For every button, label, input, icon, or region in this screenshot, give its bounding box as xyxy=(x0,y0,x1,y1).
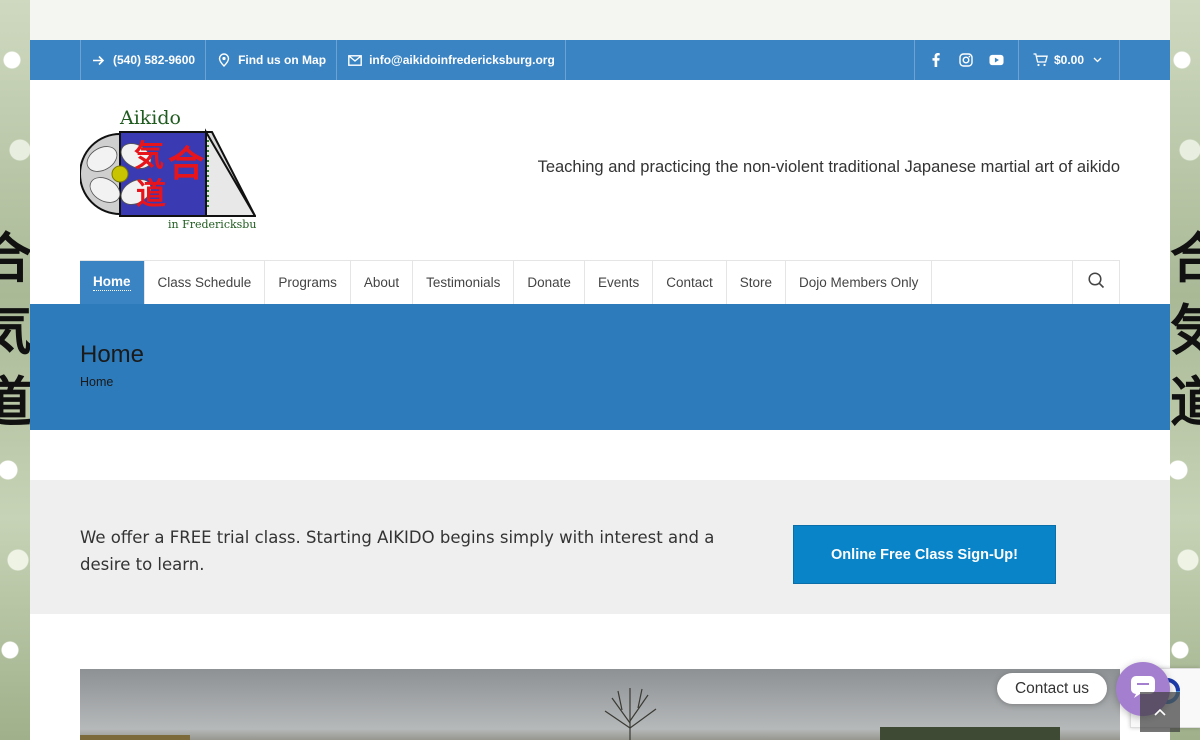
free-trial-promo: We offer a FREE trial class. Starting AI… xyxy=(30,480,1170,614)
nav-search-button[interactable] xyxy=(1072,261,1120,304)
cart-icon xyxy=(1033,53,1048,68)
trees-right xyxy=(880,727,1060,740)
promo-text: We offer a FREE trial class. Starting AI… xyxy=(80,528,715,574)
nav-item-contact[interactable]: Contact xyxy=(653,261,727,304)
page-title-banner: Home Home xyxy=(30,304,1170,430)
chevron-up-icon xyxy=(1154,703,1166,721)
nav-item-home[interactable]: Home xyxy=(80,261,145,304)
arrow-right-icon xyxy=(91,53,106,68)
svg-text:合: 合 xyxy=(168,143,204,185)
nav-item-about[interactable]: About xyxy=(351,261,414,304)
page-container: (540) 582-9600 Find us on Map info@aikid… xyxy=(30,40,1170,740)
free-class-signup-button[interactable]: Online Free Class Sign-Up! xyxy=(793,525,1056,584)
site-header: Aikido 気 合 道 in Fredericksburg Teach xyxy=(30,80,1170,260)
nav-item-class-schedule[interactable]: Class Schedule xyxy=(145,261,266,304)
nav-item-events[interactable]: Events xyxy=(585,261,654,304)
main-nav: Home Class Schedule Programs About Testi… xyxy=(80,260,1120,304)
search-icon xyxy=(1087,271,1105,294)
svg-text:道: 道 xyxy=(136,177,166,212)
logo-subtitle: in Fredericksburg xyxy=(168,218,256,231)
nav-item-testimonials[interactable]: Testimonials xyxy=(413,261,515,304)
dojo-photo xyxy=(80,669,1120,740)
map-text: Find us on Map xyxy=(238,53,327,67)
cart-total: $0.00 xyxy=(1053,53,1084,67)
chevron-down-icon xyxy=(1090,53,1105,68)
instagram-icon[interactable] xyxy=(959,53,974,68)
phone-link[interactable]: (540) 582-9600 xyxy=(80,40,205,80)
site-logo[interactable]: Aikido 気 合 道 in Fredericksburg xyxy=(79,104,269,232)
page-title: Home xyxy=(80,341,145,368)
cart-button[interactable]: $0.00 xyxy=(1019,40,1120,80)
nav-item-donate[interactable]: Donate xyxy=(514,261,585,304)
contact-us-label[interactable]: Contact us xyxy=(997,673,1107,704)
background-kanji-right: 合気道 xyxy=(1170,226,1200,434)
tree-silhouette xyxy=(604,688,657,740)
nav-item-store[interactable]: Store xyxy=(727,261,787,304)
phone-text: (540) 582-9600 xyxy=(113,53,196,67)
scroll-to-top-button[interactable] xyxy=(1140,692,1180,732)
autumn-trees-left xyxy=(80,735,190,740)
svg-text:気: 気 xyxy=(134,139,164,174)
email-text: info@aikidoinfredericksburg.org xyxy=(369,53,555,67)
map-link[interactable]: Find us on Map xyxy=(205,40,336,80)
envelope-icon xyxy=(347,53,362,68)
background-kanji-left: 合気道 xyxy=(0,226,32,434)
logo-title: Aikido xyxy=(119,107,181,129)
social-links xyxy=(913,40,1019,80)
nav-item-programs[interactable]: Programs xyxy=(265,261,351,304)
nav-item-dojo-members-only[interactable]: Dojo Members Only xyxy=(786,261,933,304)
breadcrumb[interactable]: Home xyxy=(80,375,1120,389)
facebook-icon[interactable] xyxy=(929,53,944,68)
site-tagline: Teaching and practicing the non-violent … xyxy=(537,158,1120,176)
top-bar: (540) 582-9600 Find us on Map info@aikid… xyxy=(30,40,1170,80)
youtube-icon[interactable] xyxy=(989,53,1004,68)
email-link[interactable]: info@aikidoinfredericksburg.org xyxy=(336,40,566,80)
map-pin-icon xyxy=(216,53,231,68)
